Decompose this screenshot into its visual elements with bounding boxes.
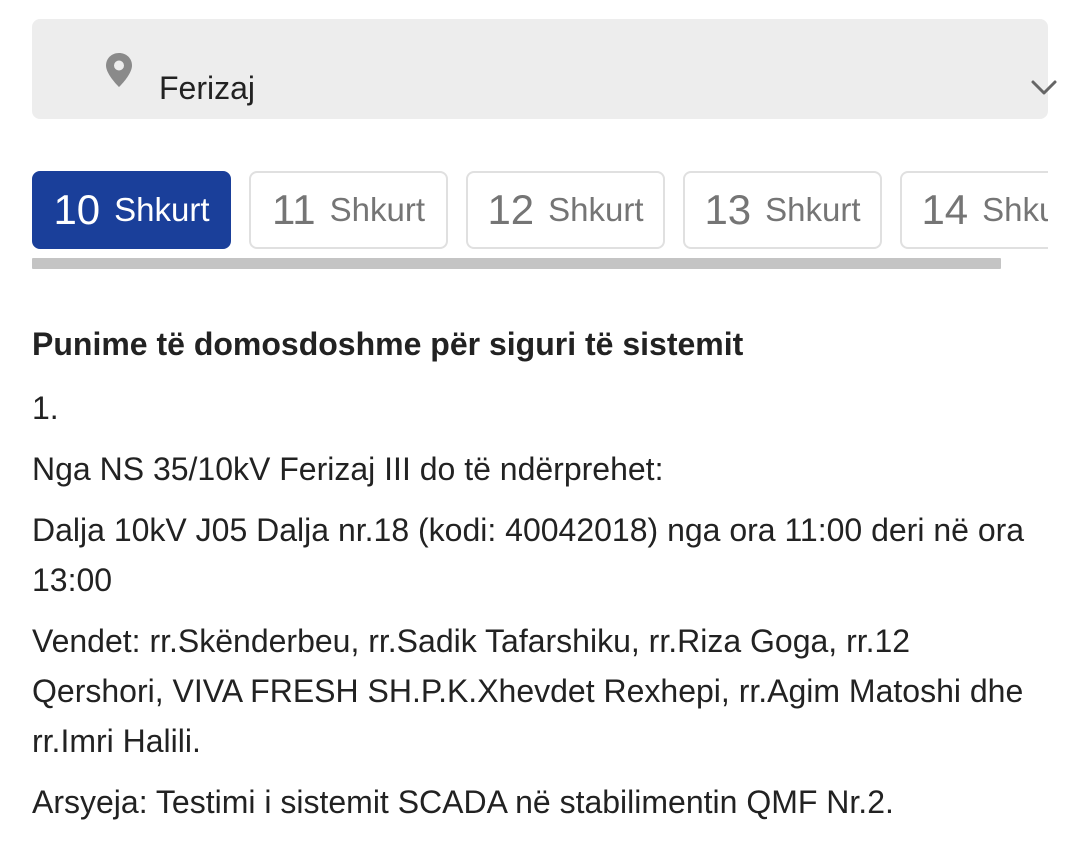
notice-reason: Arsyeja: Testimi i sistemit SCADA në sta… xyxy=(32,784,894,820)
notice-feeder: Dalja 10kV J05 Dalja nr.18 (kodi: 400420… xyxy=(32,512,1025,598)
date-tabs-row: 10 Shkurt 11 Shkurt 12 Shkurt 13 Shkurt … xyxy=(32,171,1048,249)
notice-source: Nga NS 35/10kV Ferizaj III do të ndërpre… xyxy=(32,451,664,487)
date-tab-month: Shkurt xyxy=(114,191,210,228)
date-tab-day: 10 xyxy=(53,186,101,233)
date-tab-month: Shkurt xyxy=(329,191,425,228)
date-tab-day: 13 xyxy=(704,186,752,233)
date-tab-day: 12 xyxy=(487,186,535,233)
chevron-down-icon xyxy=(1031,80,1057,95)
notice-number: 1. xyxy=(32,390,59,426)
date-tab-10[interactable]: 10 Shkurt xyxy=(32,171,231,249)
date-tab-month: Shkurt xyxy=(982,191,1048,228)
notice-heading: Punime të domosdoshme për siguri të sist… xyxy=(32,326,744,362)
date-tab-11[interactable]: 11 Shkurt xyxy=(249,171,448,249)
date-tab-month: Shkurt xyxy=(765,191,861,228)
date-tabs: 10 Shkurt 11 Shkurt 12 Shkurt 13 Shkurt … xyxy=(32,171,1048,253)
horizontal-scrollbar[interactable] xyxy=(32,258,1001,269)
date-tab-14[interactable]: 14 Shkurt xyxy=(900,171,1048,249)
outage-notice: Punime të domosdoshme për siguri të sist… xyxy=(32,322,1048,838)
date-tab-day: 11 xyxy=(272,186,316,233)
date-tab-day: 14 xyxy=(921,186,969,233)
map-pin-icon xyxy=(106,53,132,87)
date-tab-12[interactable]: 12 Shkurt xyxy=(466,171,665,249)
location-value: Ferizaj xyxy=(159,70,256,106)
date-tab-month: Shkurt xyxy=(548,191,644,228)
location-select[interactable]: Ferizaj xyxy=(32,19,1057,119)
date-tab-13[interactable]: 13 Shkurt xyxy=(683,171,882,249)
notice-places: Vendet: rr.Skënderbeu, rr.Sadik Tafarshi… xyxy=(32,623,1024,759)
